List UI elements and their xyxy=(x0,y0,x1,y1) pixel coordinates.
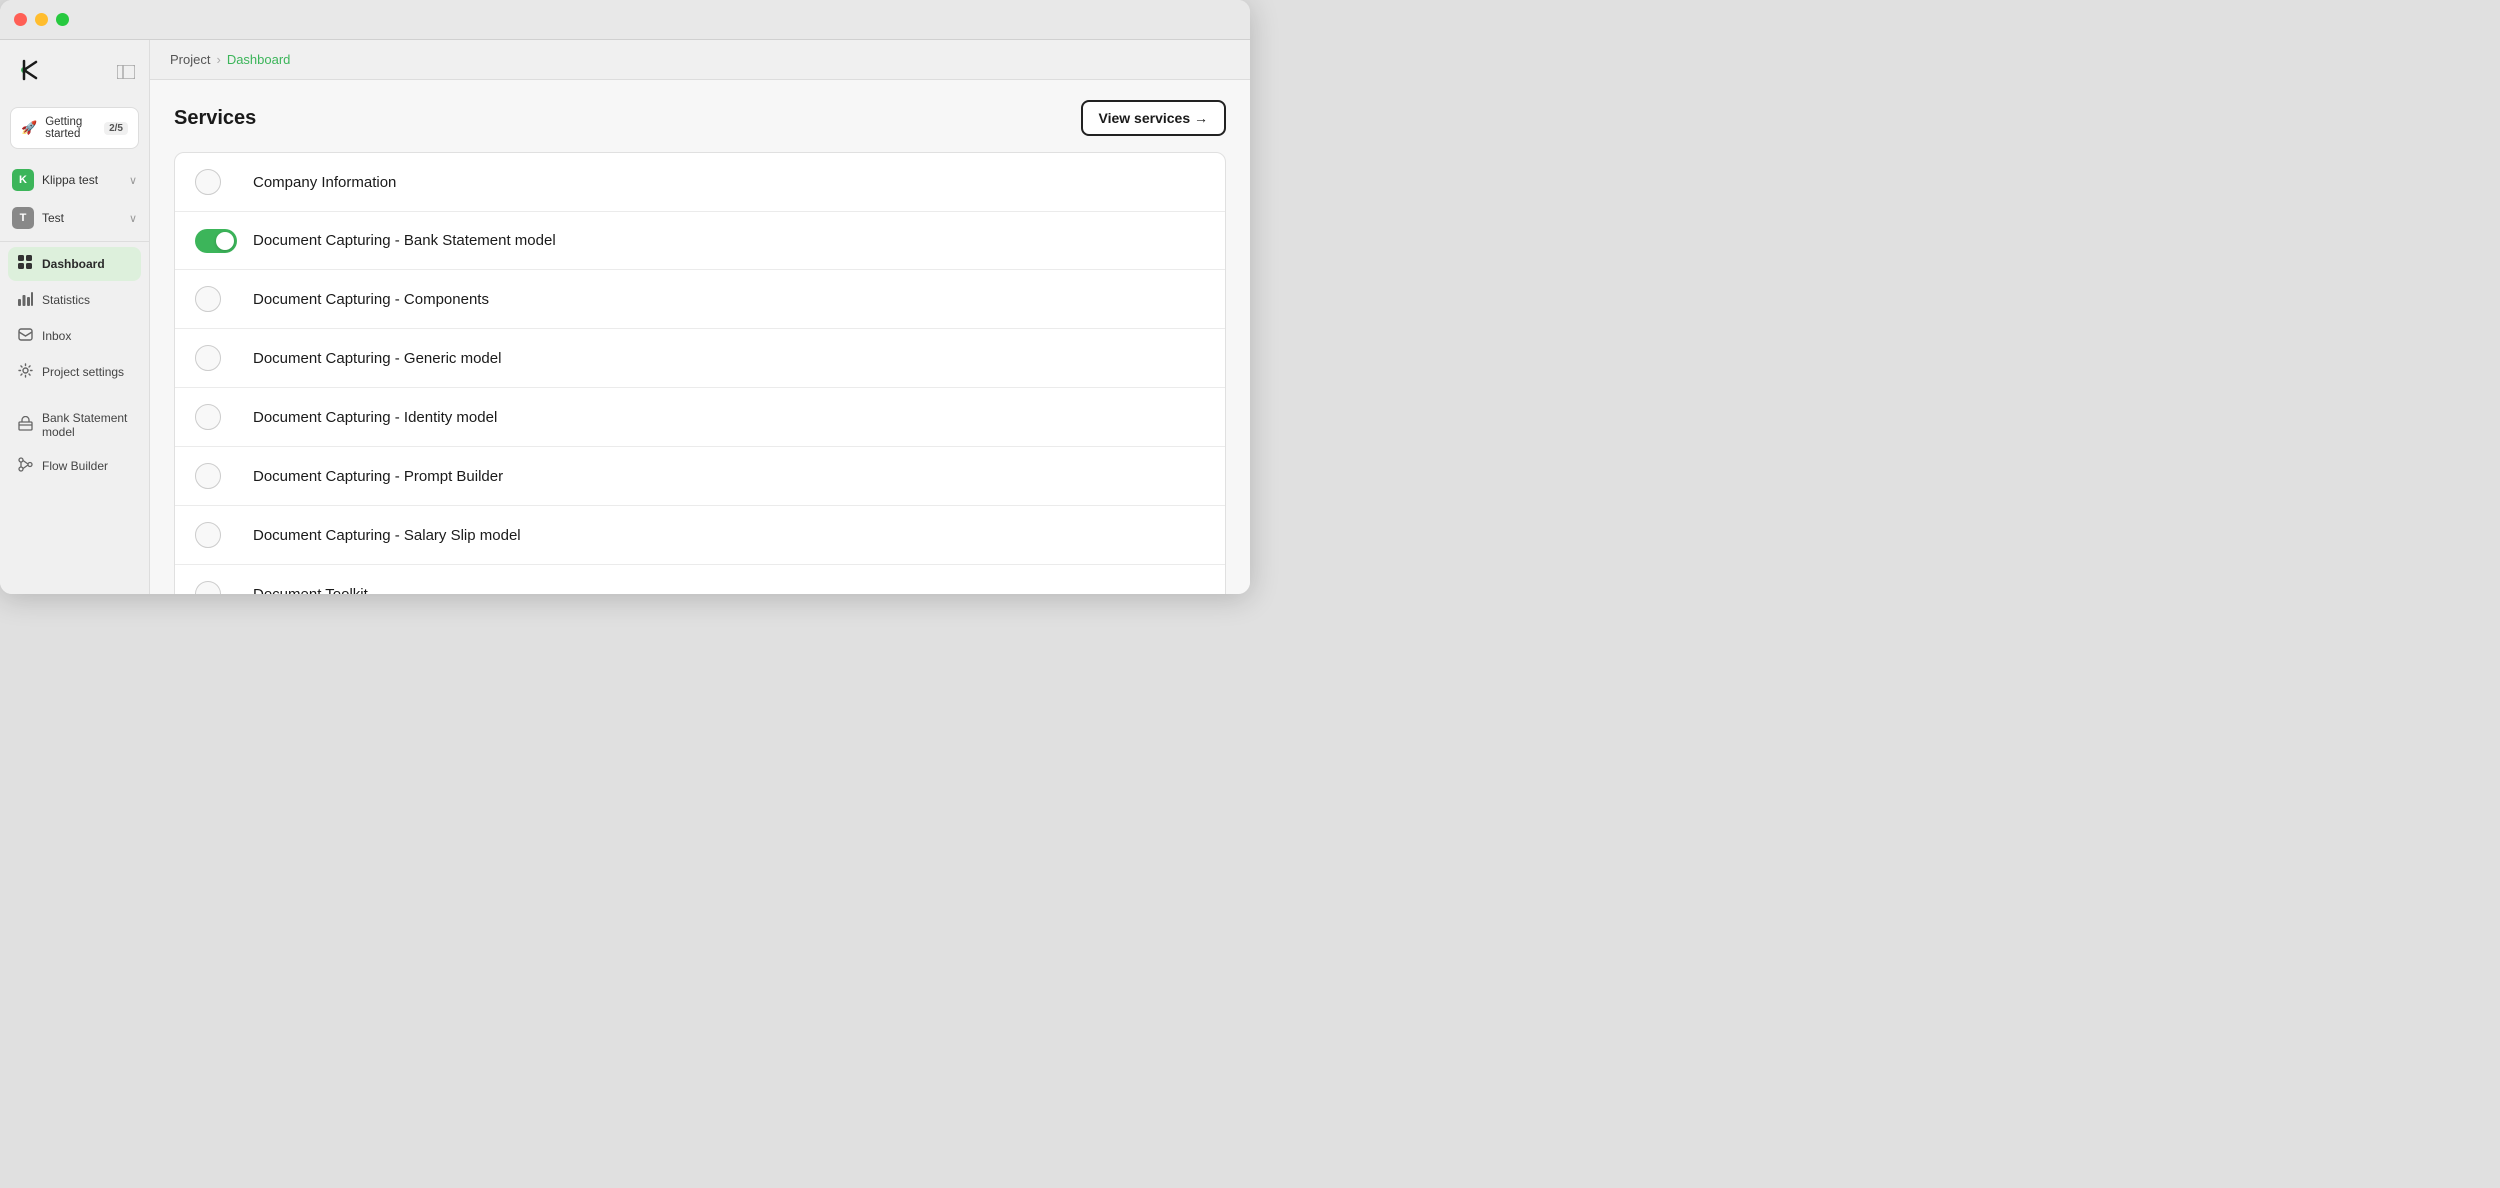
service-row: Document Capturing - Generic model xyxy=(175,329,1225,388)
toggle-radio[interactable] xyxy=(195,286,221,312)
main-content: Project › Dashboard Services View servic… xyxy=(150,40,1250,594)
org-test-avatar: T xyxy=(12,207,34,229)
inbox-icon xyxy=(18,327,33,345)
view-services-button[interactable]: View services → xyxy=(1081,100,1226,136)
section-header: Services View services → xyxy=(174,100,1226,136)
sidebar-divider-1 xyxy=(0,241,149,242)
service-row: Document Toolkit xyxy=(175,565,1225,594)
sidebar-item-statistics[interactable]: Statistics xyxy=(8,283,141,317)
service-toggle-company-info[interactable] xyxy=(195,169,237,195)
service-toggle-doc-identity[interactable] xyxy=(195,404,237,430)
service-row: Document Capturing - Salary Slip model xyxy=(175,506,1225,565)
flow-icon xyxy=(18,457,33,475)
breadcrumb-dashboard: Dashboard xyxy=(227,52,291,67)
app-window: 🚀 Getting started 2/5 K Klippa test ∨ T … xyxy=(0,0,1250,594)
titlebar xyxy=(0,0,1250,40)
toggle-radio[interactable] xyxy=(195,463,221,489)
sidebar-toggle-button[interactable] xyxy=(117,65,135,82)
service-name-doc-identity: Document Capturing - Identity model xyxy=(253,409,497,426)
toggle-radio[interactable] xyxy=(195,169,221,195)
topbar: Project › Dashboard xyxy=(150,40,1250,80)
breadcrumb-project[interactable]: Project xyxy=(170,52,210,67)
toggle-radio[interactable] xyxy=(195,581,221,594)
maximize-button[interactable] xyxy=(56,13,69,26)
service-name-doc-components: Document Capturing - Components xyxy=(253,291,489,308)
sidebar-item-dashboard[interactable]: Dashboard xyxy=(8,247,141,281)
sidebar-item-statistics-label: Statistics xyxy=(42,293,90,307)
service-row: Document Capturing - Bank Statement mode… xyxy=(175,212,1225,270)
bank-icon xyxy=(18,416,33,434)
sidebar: 🚀 Getting started 2/5 K Klippa test ∨ T … xyxy=(0,40,150,594)
service-row: Document Capturing - Identity model xyxy=(175,388,1225,447)
service-name-doc-prompt: Document Capturing - Prompt Builder xyxy=(253,468,503,485)
service-toggle-doc-toolkit[interactable] xyxy=(195,581,237,594)
service-row: Document Capturing - Prompt Builder xyxy=(175,447,1225,506)
sidebar-item-bank-statement-label: Bank Statement model xyxy=(42,411,131,439)
statistics-icon xyxy=(18,291,33,309)
traffic-lights xyxy=(14,13,69,26)
service-toggle-doc-components[interactable] xyxy=(195,286,237,312)
sidebar-item-bank-statement[interactable]: Bank Statement model xyxy=(8,403,141,447)
org-klippa[interactable]: K Klippa test ∨ xyxy=(0,161,149,199)
sidebar-item-inbox-label: Inbox xyxy=(42,329,71,343)
logo-svg xyxy=(14,56,42,84)
org-klippa-avatar: K xyxy=(12,169,34,191)
sidebar-gap xyxy=(0,390,149,402)
chevron-down-icon: ∨ xyxy=(129,174,137,187)
service-toggle-doc-generic[interactable] xyxy=(195,345,237,371)
toggle-radio[interactable] xyxy=(195,522,221,548)
breadcrumb-separator: › xyxy=(216,52,220,67)
getting-started-button[interactable]: 🚀 Getting started 2/5 xyxy=(10,107,139,149)
close-button[interactable] xyxy=(14,13,27,26)
toggle-track[interactable] xyxy=(195,229,237,253)
services-list: Company Information Document Capturing -… xyxy=(174,152,1226,594)
page-title: Services xyxy=(174,107,256,130)
getting-started-badge: 2/5 xyxy=(104,122,128,135)
service-name-doc-salary: Document Capturing - Salary Slip model xyxy=(253,527,521,544)
toggle-thumb xyxy=(216,232,234,250)
service-name-doc-toolkit: Document Toolkit xyxy=(253,586,368,595)
dashboard-icon xyxy=(18,255,33,273)
sidebar-item-project-settings[interactable]: Project settings xyxy=(8,355,141,389)
toggle-radio[interactable] xyxy=(195,404,221,430)
settings-icon xyxy=(18,363,33,381)
rocket-icon: 🚀 xyxy=(21,120,37,136)
chevron-down-icon-2: ∨ xyxy=(129,212,137,225)
getting-started-label: Getting started xyxy=(45,116,96,140)
sidebar-logo-area xyxy=(0,48,149,103)
app-logo xyxy=(14,56,42,91)
org-test[interactable]: T Test ∨ xyxy=(0,199,149,237)
org-test-name: Test xyxy=(42,211,121,225)
sidebar-item-flow-builder[interactable]: Flow Builder xyxy=(8,449,141,483)
service-row: Document Capturing - Components xyxy=(175,270,1225,329)
org-klippa-name: Klippa test xyxy=(42,173,121,187)
service-toggle-doc-prompt[interactable] xyxy=(195,463,237,489)
service-name-doc-generic: Document Capturing - Generic model xyxy=(253,350,501,367)
service-toggle-doc-bank[interactable] xyxy=(195,229,237,253)
service-name-company-info: Company Information xyxy=(253,174,396,191)
service-name-doc-bank: Document Capturing - Bank Statement mode… xyxy=(253,232,556,249)
sidebar-item-dashboard-label: Dashboard xyxy=(42,257,105,271)
sidebar-item-inbox[interactable]: Inbox xyxy=(8,319,141,353)
minimize-button[interactable] xyxy=(35,13,48,26)
service-row: Company Information xyxy=(175,153,1225,212)
sidebar-item-project-settings-label: Project settings xyxy=(42,365,124,379)
service-toggle-doc-salary[interactable] xyxy=(195,522,237,548)
breadcrumb: Project › Dashboard xyxy=(170,52,290,67)
sidebar-item-flow-builder-label: Flow Builder xyxy=(42,459,108,473)
app-body: 🚀 Getting started 2/5 K Klippa test ∨ T … xyxy=(0,40,1250,594)
content-area: Services View services → Company Informa… xyxy=(150,80,1250,594)
toggle-radio[interactable] xyxy=(195,345,221,371)
